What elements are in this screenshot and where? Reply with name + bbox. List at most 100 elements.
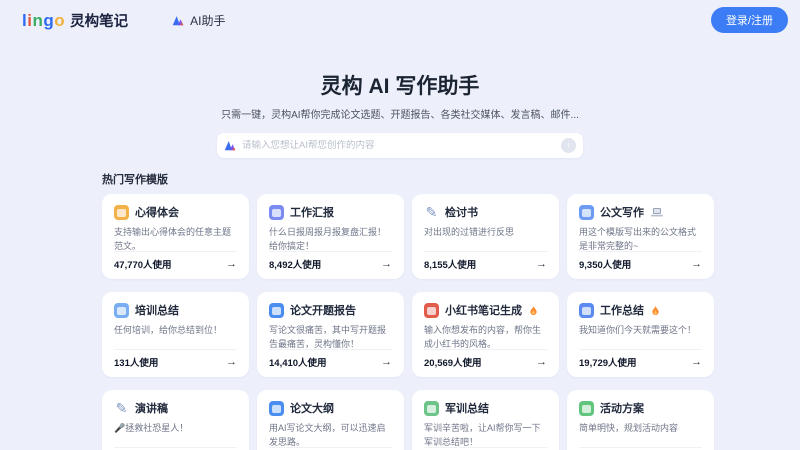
logo: lingo 灵构笔记 bbox=[22, 10, 128, 31]
card-description: 我知道你们今天就需要这个！ bbox=[579, 324, 702, 338]
card-footer: 14,410人使用 → bbox=[269, 349, 392, 369]
template-card[interactable]: 公文写作 用这个模版写出来的公文格式是非常完整的~ 9,350人使用 → bbox=[567, 194, 714, 279]
template-grid: 心得体会 支持输出心得体会的任意主题范文。 47,770人使用 → 工作汇报 什… bbox=[102, 194, 714, 450]
card-usage-count: 20,569人使用 bbox=[424, 355, 482, 369]
card-description: 写论文很痛苦，其中写开题报告最痛苦，灵构懂你！ bbox=[269, 324, 392, 349]
card-arrow-icon[interactable]: → bbox=[381, 356, 392, 368]
card-usage-count: 47,770人使用 bbox=[114, 257, 172, 271]
helmet-icon bbox=[424, 401, 439, 416]
microphone-icon bbox=[114, 401, 129, 416]
template-card[interactable]: 活动方案 简单明快，规划活动内容 10,710人使用 → bbox=[567, 390, 714, 450]
card-description: 支持输出心得体会的任意主题范文。 bbox=[114, 226, 237, 251]
fire-icon bbox=[529, 305, 538, 316]
red-book-icon bbox=[424, 303, 439, 318]
card-description: 任何培训，给你总结到位！ bbox=[114, 324, 237, 338]
send-icon[interactable]: ↑ bbox=[561, 138, 576, 153]
card-usage-count: 8,492人使用 bbox=[269, 257, 321, 271]
card-header: 活动方案 bbox=[579, 400, 702, 416]
card-description: 对出现的过错进行反思 bbox=[424, 226, 547, 240]
logo-letter: g bbox=[43, 11, 54, 30]
card-description: 输入你想发布的内容，帮你生成小红书的风格。 bbox=[424, 324, 547, 349]
card-header: 培训总结 bbox=[114, 302, 237, 318]
card-title: 军训总结 bbox=[445, 400, 489, 416]
card-header: 军训总结 bbox=[424, 400, 547, 416]
card-title: 心得体会 bbox=[135, 204, 179, 220]
logo-letter: n bbox=[32, 11, 43, 30]
card-arrow-icon[interactable]: → bbox=[226, 258, 237, 270]
card-description: 军训辛苦啦，让AI帮你写一下军训总结吧！ bbox=[424, 422, 547, 447]
card-footer: 19,729人使用 → bbox=[579, 349, 702, 369]
card-title: 工作总结 bbox=[600, 302, 644, 318]
lingo-mark-icon bbox=[224, 140, 237, 151]
laptop-icon bbox=[651, 208, 663, 217]
card-description: 🎤拯救社恐星人！ bbox=[114, 422, 237, 436]
card-usage-count: 19,729人使用 bbox=[579, 355, 637, 369]
template-card[interactable]: 工作总结 我知道你们今天就需要这个！ 19,729人使用 → bbox=[567, 292, 714, 377]
prompt-box: ↑ bbox=[217, 133, 583, 158]
card-title: 小红书笔记生成 bbox=[445, 302, 522, 318]
section-title: 热门写作模版 bbox=[102, 171, 714, 187]
pen-icon bbox=[424, 205, 439, 220]
card-usage-count: 131人使用 bbox=[114, 355, 158, 369]
megaphone-icon bbox=[579, 401, 594, 416]
document-icon bbox=[269, 401, 284, 416]
lingo-mark-icon bbox=[172, 15, 185, 26]
prompt-input[interactable] bbox=[242, 140, 561, 151]
card-header: 小红书笔记生成 bbox=[424, 302, 547, 318]
brand-name: 灵构笔记 bbox=[70, 10, 128, 31]
card-footer: 20,569人使用 → bbox=[424, 349, 547, 369]
login-register-button[interactable]: 登录/注册 bbox=[711, 7, 788, 33]
card-footer: 8,155人使用 → bbox=[424, 251, 547, 271]
card-description: 用AI写论文大纲，可以迅速启发思路。 bbox=[269, 422, 392, 447]
card-title: 工作汇报 bbox=[290, 204, 334, 220]
card-header: 论文开题报告 bbox=[269, 302, 392, 318]
card-footer: 47,770人使用 → bbox=[114, 251, 237, 271]
page-title: 灵构 AI 写作助手 bbox=[0, 70, 800, 100]
card-arrow-icon[interactable]: → bbox=[536, 258, 547, 270]
card-usage-count: 8,155人使用 bbox=[424, 257, 476, 271]
fire-icon bbox=[651, 305, 660, 316]
card-description: 用这个模版写出来的公文格式是非常完整的~ bbox=[579, 226, 702, 251]
card-arrow-icon[interactable]: → bbox=[691, 258, 702, 270]
template-card[interactable]: 小红书笔记生成 输入你想发布的内容，帮你生成小红书的风格。 20,569人使用 … bbox=[412, 292, 559, 377]
briefcase-icon bbox=[579, 303, 594, 318]
template-card[interactable]: 检讨书 对出现的过错进行反思 8,155人使用 → bbox=[412, 194, 559, 279]
template-card[interactable]: 工作汇报 什么日报周报月报复盘汇报！给你搞定！ 8,492人使用 → bbox=[257, 194, 404, 279]
card-arrow-icon[interactable]: → bbox=[381, 258, 392, 270]
whiteboard-icon bbox=[114, 303, 129, 318]
card-header: 论文大纲 bbox=[269, 400, 392, 416]
card-footer: 9,350人使用 → bbox=[579, 251, 702, 271]
card-usage-count: 9,350人使用 bbox=[579, 257, 631, 271]
logo-letter: o bbox=[54, 11, 65, 30]
card-title: 活动方案 bbox=[600, 400, 644, 416]
template-card[interactable]: 演讲稿 🎤拯救社恐星人！ 11,613人使用 → bbox=[102, 390, 249, 450]
template-card[interactable]: 论文开题报告 写论文很痛苦，其中写开题报告最痛苦，灵构懂你！ 14,410人使用… bbox=[257, 292, 404, 377]
card-description: 什么日报周报月报复盘汇报！给你搞定！ bbox=[269, 226, 392, 251]
card-arrow-icon[interactable]: → bbox=[536, 356, 547, 368]
card-usage-count: 14,410人使用 bbox=[269, 355, 327, 369]
card-title: 检讨书 bbox=[445, 204, 478, 220]
card-footer: 8,492人使用 → bbox=[269, 251, 392, 271]
nav-item-ai-assistant[interactable]: AI助手 bbox=[172, 12, 225, 29]
card-title: 培训总结 bbox=[135, 302, 179, 318]
logo-wordmark: lingo bbox=[22, 11, 65, 31]
template-card[interactable]: 军训总结 军训辛苦啦，让AI帮你写一下军训总结吧！ 4,517人使用 → bbox=[412, 390, 559, 450]
document-icon bbox=[579, 205, 594, 220]
card-arrow-icon[interactable]: → bbox=[226, 356, 237, 368]
template-card[interactable]: 心得体会 支持输出心得体会的任意主题范文。 47,770人使用 → bbox=[102, 194, 249, 279]
card-title: 论文大纲 bbox=[290, 400, 334, 416]
card-title: 演讲稿 bbox=[135, 400, 168, 416]
template-card[interactable]: 培训总结 任何培训，给你总结到位！ 131人使用 → bbox=[102, 292, 249, 377]
briefcase-icon bbox=[269, 205, 284, 220]
card-header: 心得体会 bbox=[114, 204, 237, 220]
document-icon bbox=[269, 303, 284, 318]
page-subtitle: 只需一键，灵构AI帮你完成论文选题、开题报告、各类社交媒体、发言稿、邮件... bbox=[0, 106, 800, 121]
card-header: 检讨书 bbox=[424, 204, 547, 220]
card-description: 简单明快，规划活动内容 bbox=[579, 422, 702, 436]
card-header: 工作总结 bbox=[579, 302, 702, 318]
card-header: 工作汇报 bbox=[269, 204, 392, 220]
card-title: 公文写作 bbox=[600, 204, 644, 220]
card-arrow-icon[interactable]: → bbox=[691, 356, 702, 368]
card-header: 公文写作 bbox=[579, 204, 702, 220]
template-card[interactable]: 论文大纲 用AI写论文大纲，可以迅速启发思路。 13,515人使用 → bbox=[257, 390, 404, 450]
